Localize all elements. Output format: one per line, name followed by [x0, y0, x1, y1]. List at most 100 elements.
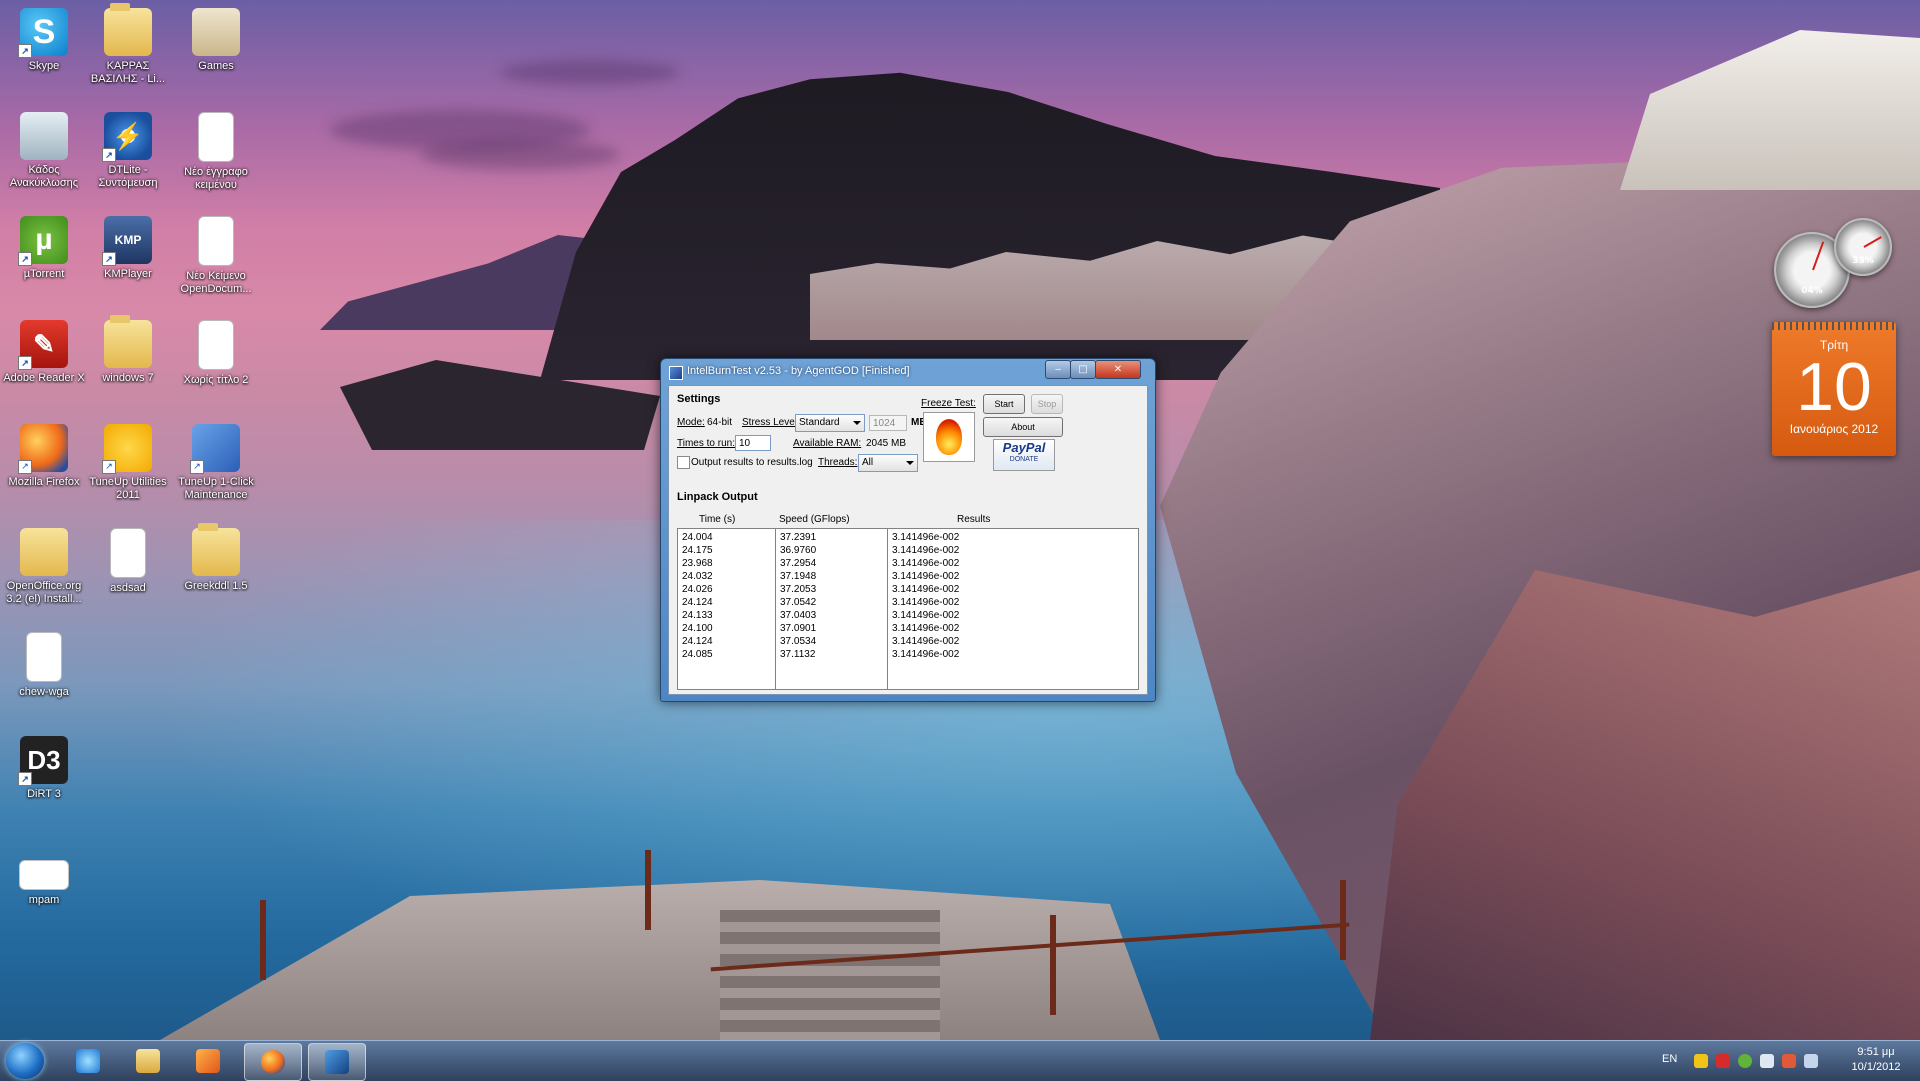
maximize-button[interactable]: □	[1070, 360, 1096, 379]
desktop-icon-greekddl[interactable]: Greekddl 1.5	[172, 523, 260, 593]
about-button[interactable]: About	[983, 417, 1063, 437]
close-button[interactable]: ✕	[1095, 360, 1141, 379]
kmplayer-icon: KMP ↗	[102, 216, 152, 266]
document-icon	[110, 528, 146, 578]
result-cell: 3.141496e-002	[892, 636, 960, 647]
settings-heading: Settings	[677, 393, 721, 405]
chevron-down-icon	[906, 461, 914, 465]
ram-percent: 33%	[1852, 256, 1874, 266]
opendocument-icon	[198, 216, 234, 266]
desktop-icon-dirt3[interactable]: D3 ↗ DiRT 3	[0, 736, 88, 801]
time-cell: 24.085	[682, 649, 713, 660]
ati-icon[interactable]	[1716, 1054, 1730, 1068]
stress-level-select[interactable]: Standard	[795, 414, 865, 432]
taskbar-internet-explorer[interactable]	[60, 1043, 116, 1079]
speed-cell: 37.0534	[780, 636, 817, 647]
speed-column: 37.2391 36.9760 37.2954 37.1948 37.2053 37.05…	[776, 529, 888, 689]
stress-level-label[interactable]: Stress Level:	[742, 417, 800, 428]
desktop-icon-untitled2[interactable]: Χωρίς τίτλο 2	[172, 320, 260, 387]
result-cell: 3.141496e-002	[892, 623, 960, 634]
volume-icon[interactable]	[1760, 1054, 1774, 1068]
media-player-icon	[196, 1049, 220, 1073]
stop-button[interactable]: Stop	[1031, 394, 1063, 414]
linpack-output-list[interactable]: 24.004 24.175 23.968 24.032 24.026 24.124 24.1…	[677, 528, 1139, 690]
mode-label[interactable]: Mode:	[677, 417, 705, 428]
desktop-icon-opendocument[interactable]: Νέο Κείμενο OpenDocum...	[172, 216, 260, 296]
speed-cell: 37.2391	[780, 532, 817, 543]
output-results-label[interactable]: Output results to results.log	[691, 457, 813, 468]
desktop-icon-utorrent[interactable]: µ ↗ µTorrent	[0, 216, 88, 281]
clock-date: 10/1/2012	[1851, 1061, 1901, 1073]
desktop-icon-firefox[interactable]: ↗ Mozilla Firefox	[0, 424, 88, 489]
language-indicator[interactable]: EN	[1662, 1053, 1677, 1065]
result-cell: 3.141496e-002	[892, 584, 960, 595]
flame-icon	[936, 419, 962, 455]
linpack-output-heading: Linpack Output	[677, 491, 758, 503]
desktop-icon-games[interactable]: Games	[172, 8, 260, 73]
taskbar-windows-explorer[interactable]	[120, 1043, 176, 1079]
tuneup-utilities-icon: ↗	[102, 424, 152, 474]
firefox-icon: ↗	[18, 424, 68, 474]
result-cell: 3.141496e-002	[892, 558, 960, 569]
firefox-icon	[261, 1050, 285, 1074]
start-button[interactable]	[6, 1043, 44, 1079]
start-button[interactable]: Start	[983, 394, 1025, 414]
folder-icon	[104, 3, 152, 56]
desktop-icon-kmplayer[interactable]: KMP ↗ KMPlayer	[84, 216, 172, 281]
time-cell: 24.133	[682, 610, 713, 621]
tray-people-icon[interactable]	[1694, 1054, 1708, 1068]
desktop-icon-karras-folder[interactable]: ΚΑΡΡΑΣ ΒΑΣΙΛΗΣ - Li...	[84, 3, 172, 86]
threads-select[interactable]: All	[858, 454, 918, 472]
desktop-icon-recycle-bin[interactable]: Κάδος Ανακύκλωσης	[0, 112, 88, 190]
desktop-icon-chew-wga[interactable]: chew-wga	[0, 632, 88, 699]
folder-icon	[104, 315, 152, 368]
window-titlebar[interactable]: IntelBurnTest v2.53 - by AgentGOD [Finis…	[661, 359, 1155, 385]
blank-file-icon	[26, 632, 62, 682]
desktop-icon-asdsad[interactable]: asdsad	[84, 528, 172, 595]
paypal-logo: PayPal	[1002, 440, 1046, 455]
intelburntest-window[interactable]: IntelBurnTest v2.53 - by AgentGOD [Finis…	[660, 358, 1156, 702]
times-to-run-label[interactable]: Times to run:	[677, 438, 735, 449]
donate-label: DONATE	[1009, 456, 1039, 463]
clock[interactable]: 9:51 μμ 10/1/2012	[1838, 1045, 1914, 1075]
taskbar-intelburntest[interactable]	[308, 1043, 366, 1081]
result-cell: 3.141496e-002	[892, 571, 960, 582]
dirt3-icon: D3 ↗	[18, 736, 68, 786]
utorrent-icon: µ ↗	[18, 216, 68, 266]
ram-meter-gadget[interactable]: 33%	[1834, 218, 1892, 276]
threads-label: Threads:	[818, 457, 858, 468]
memory-mb-input: 1024	[869, 415, 907, 431]
result-cell: 3.141496e-002	[892, 610, 960, 621]
speed-cell: 37.1132	[780, 649, 816, 660]
freeze-test-button[interactable]	[923, 412, 975, 462]
skype-icon: S ↗	[18, 8, 68, 58]
desktop-icon-skype[interactable]: S ↗ Skype	[0, 8, 88, 73]
taskbar: EN 9:51 μμ 10/1/2012	[0, 1040, 1920, 1081]
action-center-flag-icon[interactable]	[1782, 1054, 1796, 1068]
recycle-bin-icon	[20, 112, 68, 160]
calendar-month-year: Ιανουάριος 2012	[1789, 422, 1879, 436]
speed-cell: 37.0901	[780, 623, 817, 634]
available-ram-value: 2045 MB	[866, 438, 907, 449]
desktop-icon-tuneup-maintenance[interactable]: ↗ TuneUp 1-Click Maintenance	[172, 424, 260, 502]
taskbar-firefox[interactable]	[244, 1043, 302, 1081]
speed-cell: 37.2053	[780, 584, 817, 595]
output-results-checkbox[interactable]	[677, 456, 690, 469]
desktop-icon-adobe-reader[interactable]: ✎ ↗ Adobe Reader X	[0, 320, 88, 385]
desktop-icon-mpam[interactable]: mpam	[0, 840, 88, 907]
status-icon[interactable]	[1738, 1054, 1752, 1068]
times-to-run-input[interactable]: 10	[735, 435, 771, 451]
calendar-gadget[interactable]: Τρίτη 10 Ιανουάριος 2012	[1772, 322, 1896, 456]
time-column: 24.004 24.175 23.968 24.032 24.026 24.124 24.1…	[678, 529, 776, 689]
desktop-icon-dtlite[interactable]: ⚡ ↗ DTLite - Συντόμευση	[84, 112, 172, 190]
desktop-icon-openoffice-install[interactable]: OpenOffice.org 3.2 (el) Install...	[0, 528, 88, 606]
ie-icon	[76, 1049, 100, 1073]
desktop-icon-tuneup-utilities[interactable]: ↗ TuneUp Utilities 2011	[84, 424, 172, 502]
network-icon[interactable]	[1804, 1054, 1818, 1068]
games-folder-icon	[192, 8, 240, 56]
minimize-button[interactable]: ‒	[1045, 360, 1071, 379]
paypal-donate-button[interactable]: PayPal DONATE	[993, 439, 1055, 471]
taskbar-media-player[interactable]	[180, 1043, 236, 1079]
desktop-icon-windows7-folder[interactable]: windows 7	[84, 315, 172, 385]
desktop-icon-new-text[interactable]: Νέο έγγραφο κειμένου	[172, 112, 260, 192]
